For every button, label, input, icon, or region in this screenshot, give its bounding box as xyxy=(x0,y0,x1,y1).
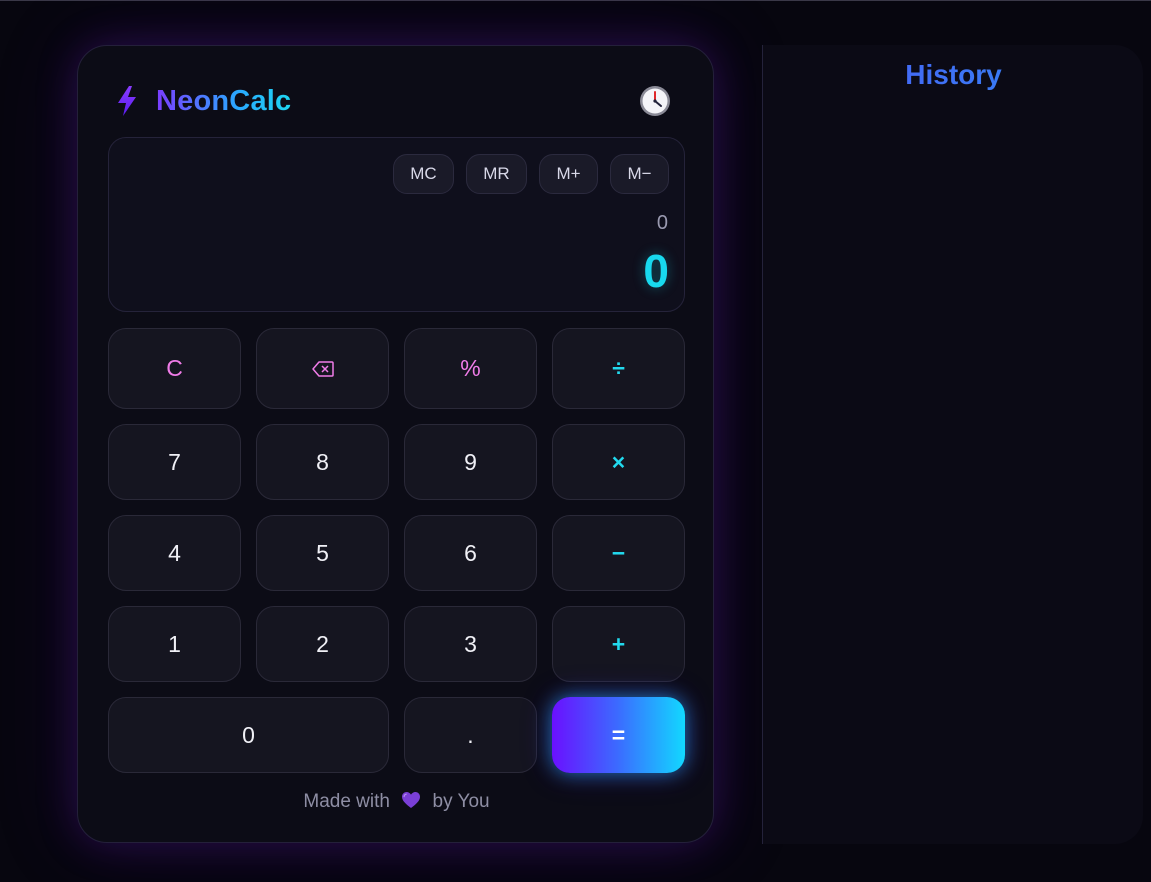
calculator-card: NeonCalc MC MR M+ M− 0 0 C % ÷ 7 8 9 × 4… xyxy=(77,45,714,843)
expression-text: 0 xyxy=(656,212,668,234)
digit-7-button[interactable]: 7 xyxy=(108,424,241,500)
history-panel: History xyxy=(762,45,1143,844)
multiply-button[interactable]: × xyxy=(552,424,685,500)
result-text: 0 xyxy=(643,245,669,297)
window-top-border xyxy=(0,0,1151,1)
app-header: NeonCalc xyxy=(116,84,291,118)
digit-1-button[interactable]: 1 xyxy=(108,606,241,682)
footer-prefix: Made with xyxy=(303,791,390,812)
memory-controls: MC MR M+ M− xyxy=(393,154,669,194)
digit-9-button[interactable]: 9 xyxy=(404,424,537,500)
backspace-button[interactable] xyxy=(256,328,389,409)
purple-heart-icon xyxy=(402,792,421,808)
footer-credit: Made with by You xyxy=(78,791,715,813)
memory-recall-button[interactable]: MR xyxy=(466,154,527,194)
calculator-display: MC MR M+ M− 0 0 xyxy=(108,137,685,312)
memory-clear-button[interactable]: MC xyxy=(393,154,454,194)
memory-add-button[interactable]: M+ xyxy=(539,154,598,194)
equals-button[interactable]: = xyxy=(552,697,685,773)
divide-button[interactable]: ÷ xyxy=(552,328,685,409)
backspace-icon xyxy=(311,360,334,377)
subtract-button[interactable]: − xyxy=(552,515,685,591)
lightning-bolt-icon xyxy=(118,86,136,116)
digit-8-button[interactable]: 8 xyxy=(256,424,389,500)
decimal-button[interactable]: . xyxy=(404,697,537,773)
digit-3-button[interactable]: 3 xyxy=(404,606,537,682)
percent-button[interactable]: % xyxy=(404,328,537,409)
clear-button[interactable]: C xyxy=(108,328,241,409)
clock-icon xyxy=(640,86,670,116)
digit-6-button[interactable]: 6 xyxy=(404,515,537,591)
digit-4-button[interactable]: 4 xyxy=(108,515,241,591)
digit-5-button[interactable]: 5 xyxy=(256,515,389,591)
digit-0-button[interactable]: 0 xyxy=(108,697,389,773)
history-toggle-button[interactable] xyxy=(639,85,671,117)
footer-suffix: by You xyxy=(432,791,490,812)
digit-2-button[interactable]: 2 xyxy=(256,606,389,682)
add-button[interactable]: + xyxy=(552,606,685,682)
app-title: NeonCalc xyxy=(156,84,292,117)
memory-subtract-button[interactable]: M− xyxy=(610,154,669,194)
history-title: History xyxy=(763,59,1144,91)
